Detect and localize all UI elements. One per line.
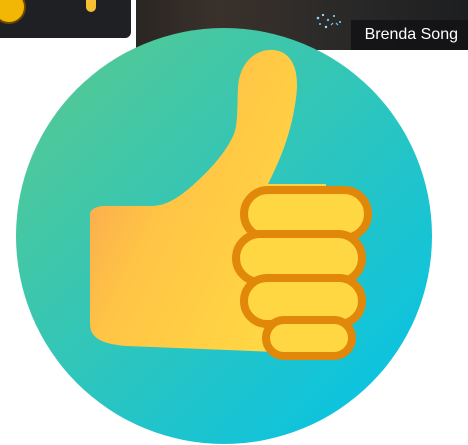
- raised-hand-icon: [86, 0, 96, 12]
- video-call-stage: Brenda Song: [0, 0, 468, 445]
- finger-4: [262, 316, 356, 360]
- thumbs-up-icon: [16, 28, 432, 444]
- emoji-icon: [0, 0, 26, 24]
- thumbs-up-reaction: [16, 28, 432, 444]
